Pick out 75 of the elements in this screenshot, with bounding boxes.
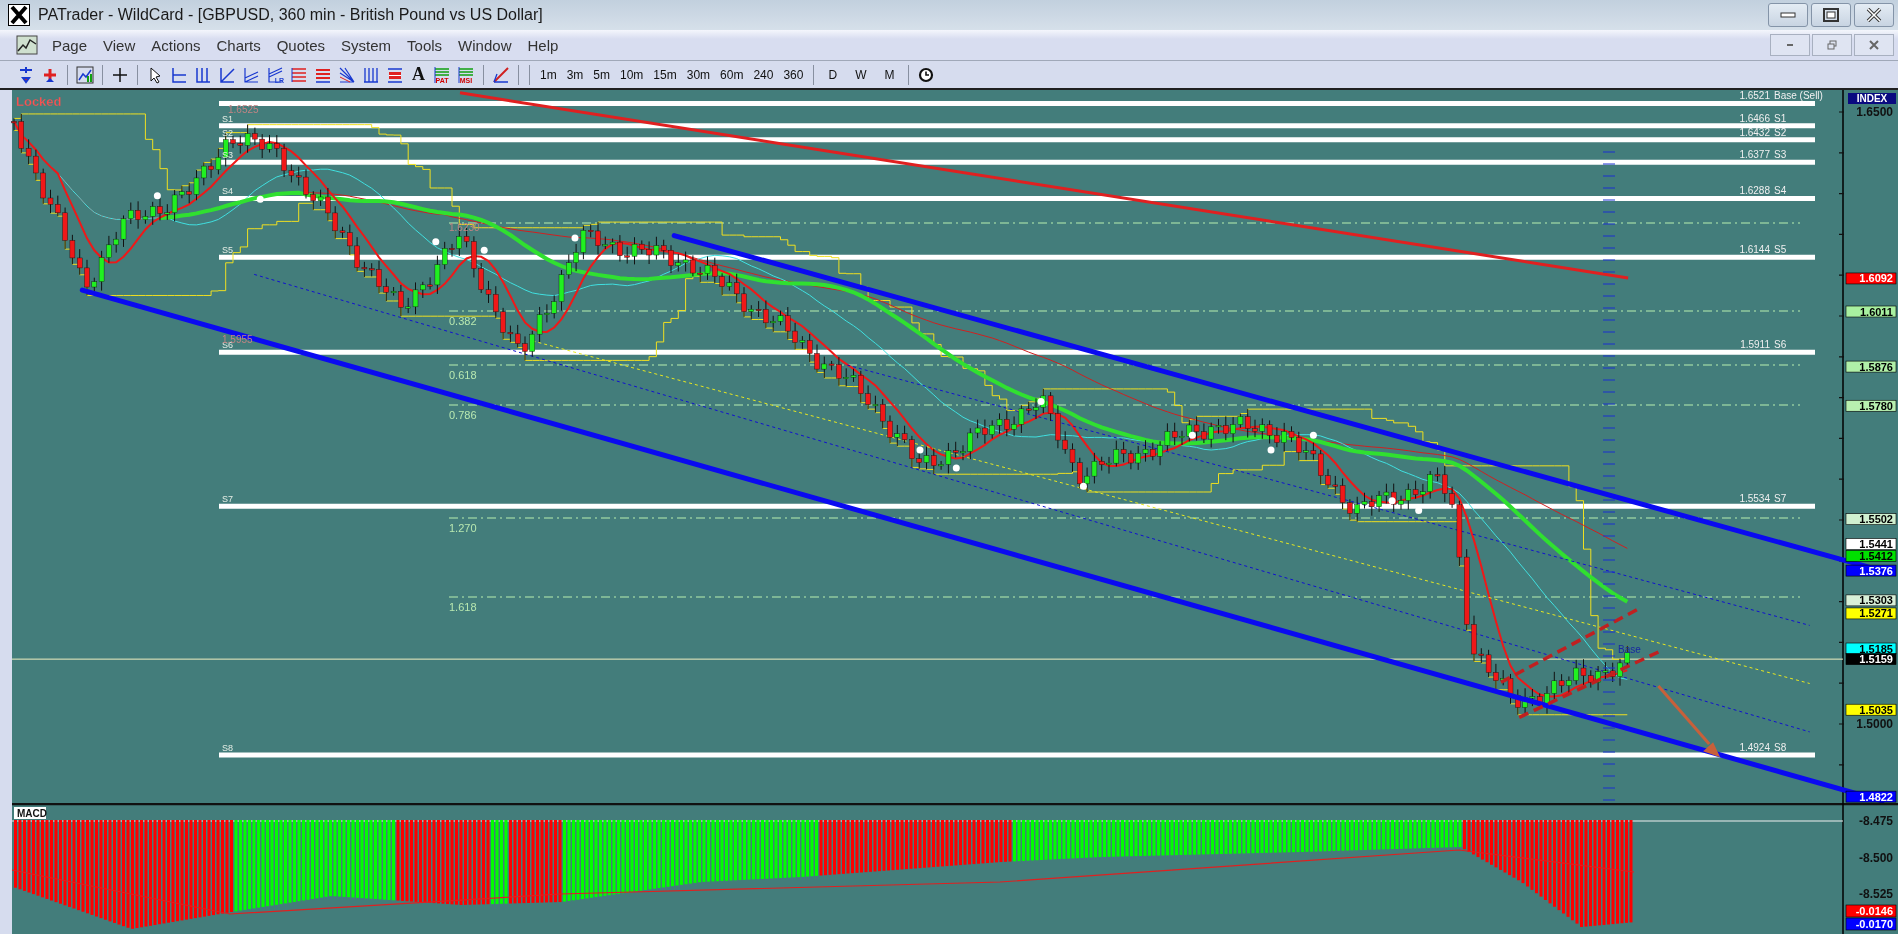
fibonacci-label: 0.618: [449, 369, 477, 381]
level-label: S2: [1774, 126, 1787, 138]
menu-item[interactable]: Help: [519, 33, 567, 57]
price-tag: 1.6092: [1845, 272, 1897, 285]
price-tag: 1.5441: [1845, 538, 1897, 551]
level-label: S3: [222, 150, 233, 161]
axis-label: 1.5000: [1856, 717, 1893, 731]
level-label: S7: [1774, 493, 1787, 505]
price-label: 1.6377: [1739, 149, 1770, 161]
price-label: 1.6144: [1739, 244, 1770, 256]
level-label: S7: [222, 494, 233, 505]
price-label: 1.6521: [1739, 90, 1770, 102]
price-tag: 1.5303: [1845, 594, 1897, 607]
axis-label: -8.475: [1858, 814, 1893, 828]
value-tag: -0.0170: [1845, 917, 1897, 931]
level-label: S8: [222, 743, 233, 753]
menu-item[interactable]: View: [95, 33, 144, 57]
price-tag: 1.5780: [1845, 399, 1897, 412]
fibonacci-label: 0.786: [449, 409, 477, 421]
price-tag: 1.5271: [1845, 607, 1897, 620]
fibonacci-label: 1.618: [449, 601, 477, 613]
swing-price-label: 1.6525: [228, 104, 259, 115]
text-tool[interactable]: A: [409, 64, 428, 85]
period-button[interactable]: M: [881, 65, 898, 84]
price-tag: 1.6011: [1845, 305, 1897, 318]
price-label: 1.6288: [1739, 185, 1770, 197]
value-tag: -0.0146: [1845, 904, 1897, 918]
price-tag: 1.5412: [1845, 549, 1897, 562]
timeframe-button[interactable]: 360: [780, 65, 807, 84]
timeframe-button[interactable]: 60m: [717, 65, 747, 84]
period-button[interactable]: W: [852, 65, 870, 84]
price-tag: 1.5876: [1845, 360, 1897, 373]
timeframe-button[interactable]: 10m: [617, 65, 647, 84]
price-tag: 1.5159: [1845, 653, 1897, 666]
timeframe-button[interactable]: 30m: [683, 65, 714, 84]
level-label: S1: [222, 113, 233, 124]
menu-item[interactable]: Window: [450, 33, 520, 57]
period-button[interactable]: D: [825, 65, 841, 84]
price-label: 1.5911: [1740, 339, 1770, 351]
menu-item[interactable]: Tools: [399, 33, 451, 57]
level-label: S5: [222, 245, 233, 256]
price-tag: 1.5376: [1845, 564, 1897, 577]
axis-label: -8.500: [1858, 850, 1893, 865]
price-label: 1.6466: [1739, 112, 1770, 124]
menu-item[interactable]: Charts: [208, 33, 269, 57]
timeframe-button[interactable]: 3m: [563, 65, 587, 84]
window-title: PATrader - WildCard - [GBPUSD, 360 min - British Pound vs US Dollar]: [38, 6, 544, 24]
fibonacci-label: 1.270: [449, 522, 477, 534]
axis-label: 1.6500: [1856, 105, 1893, 119]
menu-item[interactable]: System: [333, 33, 400, 57]
price-label: 1.6432: [1739, 126, 1770, 138]
price-tag: 1.4822: [1845, 790, 1897, 803]
price-tag: 1.5035: [1845, 703, 1897, 716]
axis-label: -8.525: [1858, 887, 1893, 901]
level-label: Base (Sell): [1774, 90, 1823, 102]
timeframe-button[interactable]: 15m: [650, 65, 680, 84]
price-label: 1.4924: [1739, 742, 1770, 753]
level-label: S6: [1774, 339, 1787, 351]
price-label: 1.5534: [1739, 493, 1770, 505]
menu-item[interactable]: Quotes: [268, 33, 334, 57]
index-header: INDEX: [1848, 93, 1896, 104]
level-label: S1: [1774, 112, 1787, 124]
lock-status: Locked: [16, 94, 62, 109]
menu-item[interactable]: Actions: [143, 33, 209, 57]
level-label: S4: [1774, 185, 1787, 197]
level-label: S4: [222, 186, 233, 197]
timeframe-button[interactable]: 1m: [537, 65, 560, 84]
timeframe-button[interactable]: 5m: [590, 65, 613, 84]
fibonacci-label: 0.382: [449, 315, 477, 327]
price-tag: 1.5502: [1845, 513, 1897, 526]
timeframe-button[interactable]: 240: [750, 65, 777, 84]
level-label: S5: [1774, 244, 1787, 256]
level-label: S8: [1774, 742, 1787, 753]
menu-item[interactable]: Page: [44, 33, 96, 57]
level-label: S3: [1774, 149, 1787, 161]
